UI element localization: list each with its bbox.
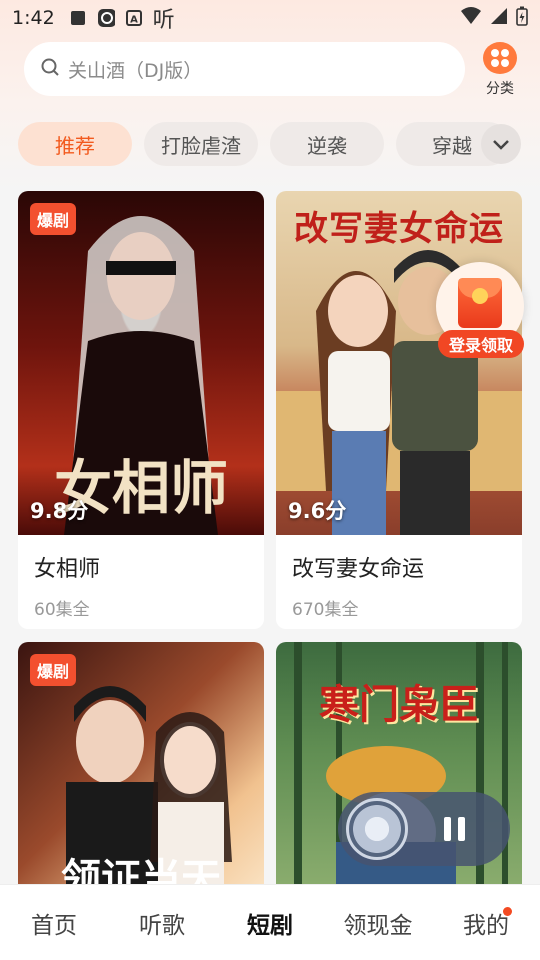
drama-title: 女相师 <box>34 557 101 582</box>
nav-earn-cash[interactable]: 领现金 <box>324 906 432 940</box>
category-button[interactable]: 分类 <box>478 42 522 98</box>
chevron-down-icon <box>492 135 510 154</box>
category-label: 分类 <box>486 81 514 97</box>
mini-player[interactable] <box>338 792 510 866</box>
category-grid-icon <box>483 42 517 74</box>
episode-count: 670集全 <box>292 600 359 620</box>
search-placeholder: 关山酒（DJ版） <box>68 59 203 82</box>
a-letter-icon: A <box>125 9 143 27</box>
pause-button[interactable] <box>444 817 465 841</box>
login-reward-button[interactable]: 登录领取 <box>438 330 524 358</box>
signal-icon <box>490 7 508 29</box>
wifi-icon <box>460 7 482 29</box>
drama-title: 改写妻女命运 <box>292 557 425 582</box>
status-listen-label: 听 <box>152 8 175 33</box>
tab-face-slap[interactable]: 打脸虐渣 <box>144 122 258 166</box>
app-logo-icon <box>97 9 115 27</box>
pause-icon-bar <box>444 817 451 841</box>
drama-poster: 女相师 爆剧 9.8分 <box>18 191 264 535</box>
poster-title-text: 寒门枭臣 <box>319 682 479 728</box>
drama-poster: 改写妻女命运 9.6分 <box>276 191 522 535</box>
nav-home[interactable]: 首页 <box>0 906 108 940</box>
search-icon <box>40 57 60 81</box>
rating-label: 9.8分 <box>30 499 89 523</box>
drama-poster: 领证当天 爆剧 <box>18 642 264 902</box>
bottom-nav: 首页 听歌 短剧 领现金 我的 <box>0 884 540 960</box>
poster-title-text: 改写妻女命运 <box>294 209 504 249</box>
drama-card[interactable]: 女相师 爆剧 9.8分 女相师 60集全 <box>18 191 264 629</box>
notification-square-icon <box>69 9 87 27</box>
album-disc-icon[interactable] <box>346 798 408 860</box>
battery-icon <box>516 6 528 30</box>
genre-tabs: 推荐 打脸虐渣 逆袭 穿越 <box>18 122 540 168</box>
login-reward-promo[interactable]: 登录领取 <box>436 262 524 362</box>
nav-listen[interactable]: 听歌 <box>108 906 216 940</box>
tab-recommend[interactable]: 推荐 <box>18 122 132 166</box>
hot-badge: 爆剧 <box>30 203 77 235</box>
coin-icon <box>472 288 488 304</box>
expand-tabs-button[interactable] <box>481 124 521 164</box>
nav-me[interactable]: 我的 <box>432 906 540 940</box>
svg-text:A: A <box>130 15 138 26</box>
nav-short-drama[interactable]: 短剧 <box>216 906 324 940</box>
search-bar[interactable]: 关山酒（DJ版） <box>24 42 465 96</box>
tab-comeback[interactable]: 逆袭 <box>270 122 384 166</box>
episode-count: 60集全 <box>34 600 90 620</box>
rating-label: 9.6分 <box>288 499 347 523</box>
drama-card[interactable]: 改写妻女命运 9.6分 改写妻女命运 670集全 <box>276 191 522 629</box>
notification-dot <box>503 907 512 916</box>
hot-badge: 爆剧 <box>30 654 77 686</box>
status-time: 1:42 <box>12 7 55 29</box>
drama-card[interactable]: 领证当天 爆剧 <box>18 642 264 902</box>
status-bar: 1:42 A 听 <box>0 0 540 36</box>
pause-icon-bar <box>458 817 465 841</box>
